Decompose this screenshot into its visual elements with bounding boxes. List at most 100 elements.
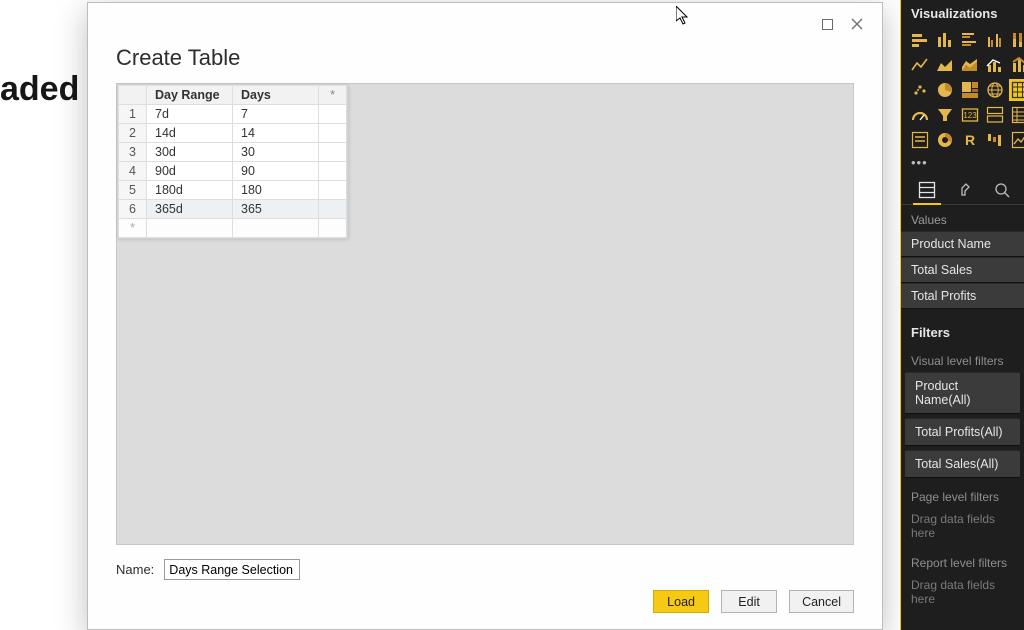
close-icon[interactable] xyxy=(842,12,872,36)
table-row[interactable]: 6 365d 365 xyxy=(119,200,347,219)
add-column-button[interactable]: * xyxy=(319,86,347,105)
row-number: 6 xyxy=(119,200,147,219)
stacked-area-icon[interactable] xyxy=(959,54,981,76)
cell-empty[interactable] xyxy=(319,200,347,219)
dialog-button-row: Load Edit Cancel xyxy=(88,580,882,627)
data-entry-table[interactable]: Day Range Days * 1 7d 7 2 xyxy=(117,84,348,239)
stacked-bar-icon[interactable] xyxy=(909,29,931,51)
table-visual-icon[interactable] xyxy=(1009,79,1024,101)
column-header-day-range[interactable]: Day Range xyxy=(147,86,233,105)
multi-row-card-icon[interactable] xyxy=(984,104,1006,126)
table-row-new[interactable]: * xyxy=(119,219,347,238)
dialog-titlebar xyxy=(88,3,882,45)
row-number-header xyxy=(119,86,147,105)
cell-day-range[interactable]: 365d xyxy=(147,200,233,219)
value-field[interactable]: Total Profits xyxy=(901,283,1024,309)
donut-chart-icon[interactable] xyxy=(934,129,956,151)
row-number: 1 xyxy=(119,105,147,124)
filters-section-header: Filters xyxy=(901,315,1024,346)
visual-level-filters-header: Visual level filters xyxy=(901,346,1024,372)
name-label: Name: xyxy=(116,562,154,577)
clustered-bar-icon[interactable] xyxy=(959,29,981,51)
background-truncated-title: aded I xyxy=(0,70,98,109)
clustered-column-icon[interactable] xyxy=(984,29,1006,51)
row-number: 2 xyxy=(119,124,147,143)
filter-item[interactable]: Product Name(All) xyxy=(905,372,1020,414)
values-field-list: Product Name Total Sales Total Profits xyxy=(901,231,1024,315)
format-tab-icon[interactable] xyxy=(953,178,977,202)
edit-button[interactable]: Edit xyxy=(721,590,777,613)
table-row[interactable]: 1 7d 7 xyxy=(119,105,347,124)
values-section-header: Values xyxy=(901,205,1024,231)
matrix-icon[interactable] xyxy=(1009,104,1024,126)
dialog-title: Create Table xyxy=(88,45,882,83)
cell-day-range[interactable]: 7d xyxy=(147,105,233,124)
fields-tab-icon[interactable] xyxy=(915,178,939,202)
cell-days[interactable]: 7 xyxy=(233,105,319,124)
cell-days[interactable]: 30 xyxy=(233,143,319,162)
card-icon[interactable]: 123 xyxy=(959,104,981,126)
analytics-tab-icon[interactable] xyxy=(990,178,1014,202)
waterfall-icon[interactable] xyxy=(984,129,1006,151)
table-name-input[interactable] xyxy=(164,559,300,580)
report-filters-drop-zone[interactable]: Drag data fields here xyxy=(901,574,1024,614)
funnel-icon[interactable] xyxy=(934,104,956,126)
row-number: 5 xyxy=(119,181,147,200)
cell-days[interactable]: 365 xyxy=(233,200,319,219)
cell-days[interactable]: 180 xyxy=(233,181,319,200)
cell-days[interactable]: 90 xyxy=(233,162,319,181)
row-number: 3 xyxy=(119,143,147,162)
column-header-days[interactable]: Days xyxy=(233,86,319,105)
name-row: Name: xyxy=(88,545,882,580)
new-row-marker: * xyxy=(119,219,147,238)
cell-empty[interactable] xyxy=(319,105,347,124)
ribbon-chart-icon[interactable] xyxy=(1009,54,1024,76)
stacked-column-icon[interactable] xyxy=(934,29,956,51)
page-level-filters-header: Page level filters xyxy=(901,482,1024,508)
table-row[interactable]: 4 90d 90 xyxy=(119,162,347,181)
visualizations-panel: Visualizations 123 R xyxy=(900,0,1024,630)
scatter-chart-icon[interactable] xyxy=(909,79,931,101)
table-row[interactable]: 2 14d 14 xyxy=(119,124,347,143)
cancel-button[interactable]: Cancel xyxy=(789,590,854,613)
hundred-stacked-column-icon[interactable] xyxy=(1009,29,1024,51)
visualizations-title: Visualizations xyxy=(901,0,1024,27)
pie-chart-icon[interactable] xyxy=(934,79,956,101)
cell-empty[interactable] xyxy=(319,143,347,162)
svg-text:123: 123 xyxy=(963,111,977,120)
cell-empty[interactable] xyxy=(319,181,347,200)
slicer-icon[interactable] xyxy=(909,129,931,151)
load-button[interactable]: Load xyxy=(653,590,709,613)
report-level-filters-header: Report level filters xyxy=(901,548,1024,574)
page-filters-drop-zone[interactable]: Drag data fields here xyxy=(901,508,1024,548)
line-chart-icon[interactable] xyxy=(909,54,931,76)
cell-empty[interactable] xyxy=(319,124,347,143)
field-format-tabs xyxy=(901,174,1024,205)
cell-days[interactable]: 14 xyxy=(233,124,319,143)
value-field[interactable]: Product Name xyxy=(901,231,1024,257)
area-chart-icon[interactable] xyxy=(934,54,956,76)
table-row[interactable]: 5 180d 180 xyxy=(119,181,347,200)
gauge-icon[interactable] xyxy=(909,104,931,126)
r-visual-icon[interactable]: R xyxy=(959,129,981,151)
treemap-icon[interactable] xyxy=(959,79,981,101)
cell-day-range[interactable]: 14d xyxy=(147,124,233,143)
filter-item[interactable]: Total Sales(All) xyxy=(905,450,1020,478)
more-visuals-icon[interactable]: ••• xyxy=(901,155,1024,174)
map-icon[interactable] xyxy=(984,79,1006,101)
cell-day-range[interactable]: 180d xyxy=(147,181,233,200)
kpi-icon[interactable] xyxy=(1009,129,1024,151)
dialog-body: Day Range Days * 1 7d 7 2 xyxy=(116,83,854,545)
maximize-icon[interactable] xyxy=(812,12,842,36)
cell-empty[interactable] xyxy=(319,162,347,181)
combo-chart-icon[interactable] xyxy=(984,54,1006,76)
cell-day-range[interactable]: 30d xyxy=(147,143,233,162)
create-table-dialog: Create Table Day Range Days * 1 xyxy=(87,2,883,630)
filter-item[interactable]: Total Profits(All) xyxy=(905,418,1020,446)
row-number: 4 xyxy=(119,162,147,181)
visual-level-filter-list: Product Name(All) Total Profits(All) Tot… xyxy=(901,372,1024,478)
svg-text:R: R xyxy=(965,132,975,148)
table-row[interactable]: 3 30d 30 xyxy=(119,143,347,162)
value-field[interactable]: Total Sales xyxy=(901,257,1024,283)
cell-day-range[interactable]: 90d xyxy=(147,162,233,181)
